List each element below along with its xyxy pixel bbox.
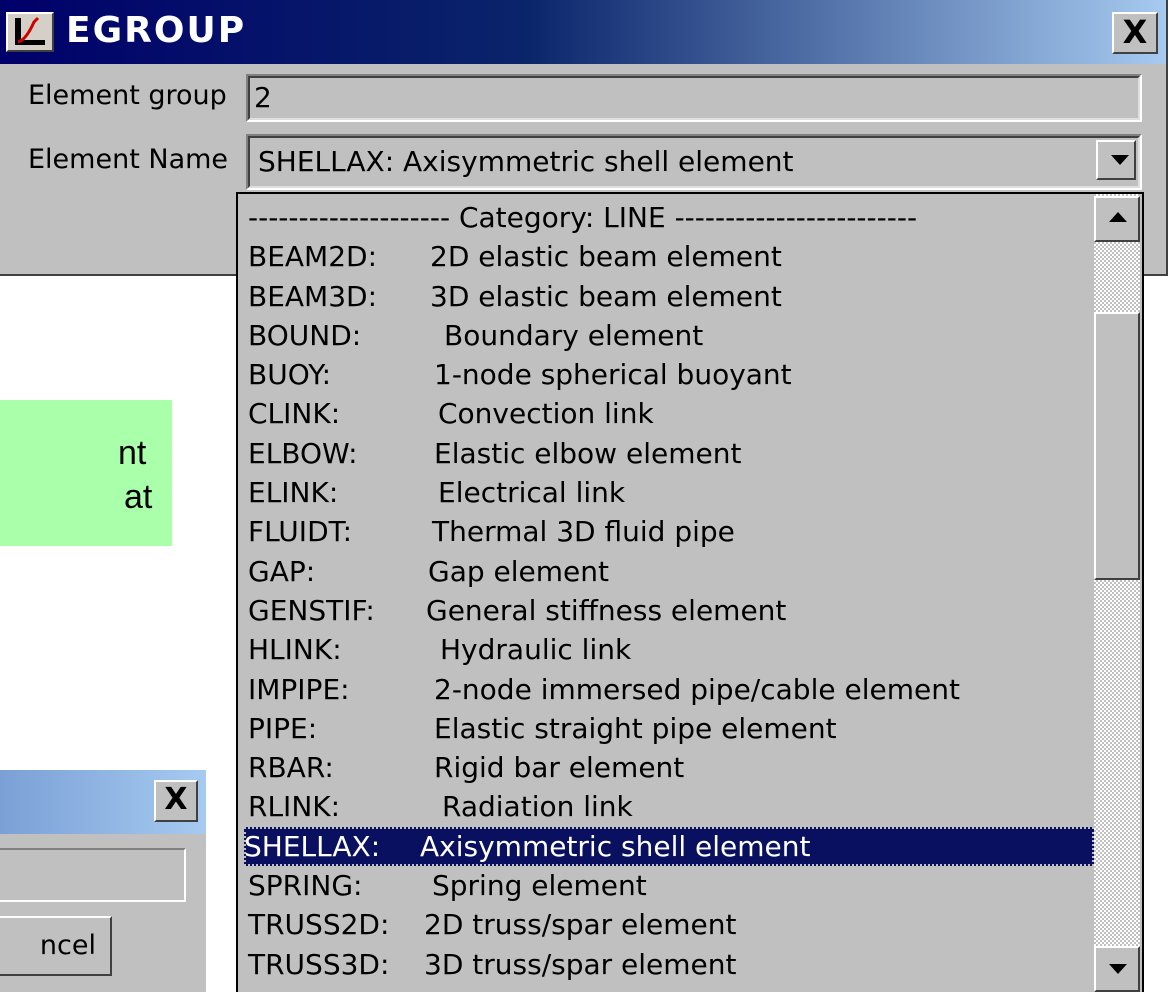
list-item[interactable]: RBAR: Rigid bar element (248, 748, 1094, 787)
list-item-description: Axisymmetric shell element (420, 829, 811, 863)
list-item-code: BEAM2D: (248, 240, 378, 274)
list-item-code: HLINK: (248, 633, 342, 667)
element-name-dropdown-list[interactable]: -------------------- Category: LINE ----… (236, 192, 1144, 992)
list-item[interactable]: TRUSS2D: 2D truss/spar element (248, 905, 1094, 944)
element-name-value: SHELLAX: Axisymmetric shell element (258, 145, 794, 178)
element-group-input[interactable]: 2 (246, 74, 1142, 122)
list-item-description: 2D truss/spar element (424, 908, 737, 942)
list-item-code: TRUSS3D: (248, 947, 390, 981)
list-item-description: Thermal 3D fluid pipe (432, 515, 735, 549)
list-item[interactable]: BUOY: 1-node spherical buoyant (248, 355, 1094, 394)
list-item-code: GENSTIF: (248, 593, 375, 627)
note-text-line2: at (124, 478, 153, 516)
list-item[interactable]: GAP: Gap element (248, 552, 1094, 591)
background-dialog: X ncel (0, 770, 206, 992)
list-item[interactable]: CLINK: Convection link (248, 394, 1094, 433)
list-item[interactable]: FLUIDT: Thermal 3D fluid pipe (248, 512, 1094, 551)
element-name-select[interactable]: SHELLAX: Axisymmetric shell element (246, 134, 1142, 190)
list-item-description: Rigid bar element (434, 751, 685, 785)
background-dialog-close-button[interactable]: X (154, 780, 198, 822)
close-button[interactable]: X (1112, 12, 1158, 54)
cancel-button-label: ncel (39, 930, 96, 961)
list-item-code: BUOY: (248, 358, 332, 392)
list-item[interactable]: ELINK: Electrical link (248, 473, 1094, 512)
list-item-description: Electrical link (438, 476, 626, 510)
list-item[interactable]: GENSTIF: General stiffness element (248, 591, 1094, 630)
list-item-description: General stiffness element (426, 593, 787, 627)
list-item-code: FLUIDT: (248, 515, 353, 549)
chevron-down-icon (1111, 155, 1129, 165)
list-item[interactable]: BOUND: Boundary element (248, 316, 1094, 355)
vertical-scrollbar[interactable] (1094, 194, 1140, 992)
list-item-code: ELBOW: (248, 436, 358, 470)
scroll-thumb[interactable] (1094, 312, 1140, 580)
list-item-description: 2-node immersed pipe/cable element (434, 672, 960, 706)
window-titlebar[interactable]: EGROUP X (0, 0, 1166, 64)
dropdown-toggle-button[interactable] (1096, 140, 1136, 180)
list-item-code: PIPE: (248, 711, 318, 745)
chevron-up-icon (1109, 212, 1127, 222)
list-item-code: SPRING: (248, 869, 363, 903)
background-dialog-field[interactable] (0, 848, 186, 902)
list-item[interactable]: RLINK: Radiation link (248, 787, 1094, 826)
list-item-description: Elastic straight pipe element (434, 711, 837, 745)
list-item-description: Elastic elbow element (434, 436, 742, 470)
list-item-code: SHELLAX: (244, 829, 381, 863)
list-item-code: GAP: (248, 554, 316, 588)
list-item-code: IMPIPE: (248, 672, 350, 706)
list-item-description: 1-node spherical buoyant (434, 358, 792, 392)
scroll-down-button[interactable] (1094, 946, 1140, 992)
list-item-code: RBAR: (248, 751, 334, 785)
list-item-description: Hydraulic link (440, 633, 632, 667)
list-item[interactable]: TRUSS3D: 3D truss/spar element (248, 945, 1094, 984)
window-title: EGROUP (66, 10, 247, 51)
dropdown-items: -------------------- Category: LINE ----… (244, 198, 1094, 984)
note-text-line1: nt (118, 434, 147, 472)
list-item[interactable]: BEAM3D: 3D elastic beam element (248, 277, 1094, 316)
list-item[interactable]: HLINK: Hydraulic link (248, 630, 1094, 669)
list-item-code: RLINK: (248, 790, 341, 824)
list-item-code: BOUND: (248, 318, 362, 352)
list-item[interactable]: IMPIPE: 2-node immersed pipe/cable elemen… (248, 670, 1094, 709)
category-header-text: -------------------- Category: LINE ----… (248, 201, 918, 234)
scroll-up-button[interactable] (1094, 196, 1140, 242)
list-item-code: CLINK: (248, 397, 341, 431)
category-header: -------------------- Category: LINE ----… (248, 198, 1094, 237)
list-item-code: ELINK: (248, 476, 339, 510)
app-icon (6, 12, 54, 52)
list-item[interactable]: BEAM2D: 2D elastic beam element (248, 237, 1094, 276)
note-box: nt at (0, 400, 172, 546)
list-item-description: 3D truss/spar element (424, 947, 737, 981)
list-item[interactable]: ELBOW: Elastic elbow element (248, 434, 1094, 473)
list-item-description: Radiation link (442, 790, 633, 824)
list-item-description: 3D elastic beam element (430, 279, 782, 313)
list-item-description: Boundary element (444, 318, 704, 352)
cancel-button[interactable]: ncel (0, 916, 112, 976)
element-group-label: Element group (28, 80, 227, 111)
list-item-description: Spring element (432, 869, 647, 903)
list-item[interactable]: SPRING: Spring element (248, 866, 1094, 905)
chevron-down-icon (1109, 964, 1127, 974)
element-name-label: Element Name (28, 144, 229, 175)
element-group-value: 2 (254, 81, 272, 114)
list-item-description: Convection link (438, 397, 654, 431)
list-item[interactable]: SHELLAX: Axisymmetric shell element (244, 826, 1094, 867)
list-item[interactable]: PIPE: Elastic straight pipe element (248, 709, 1094, 748)
list-item-description: Gap element (428, 554, 609, 588)
screen: nt at X ncel EGROUP X Element group 2 El… (0, 0, 1168, 992)
list-item-code: TRUSS2D: (248, 908, 390, 942)
list-item-code: BEAM3D: (248, 279, 378, 313)
list-item-description: 2D elastic beam element (430, 240, 782, 274)
